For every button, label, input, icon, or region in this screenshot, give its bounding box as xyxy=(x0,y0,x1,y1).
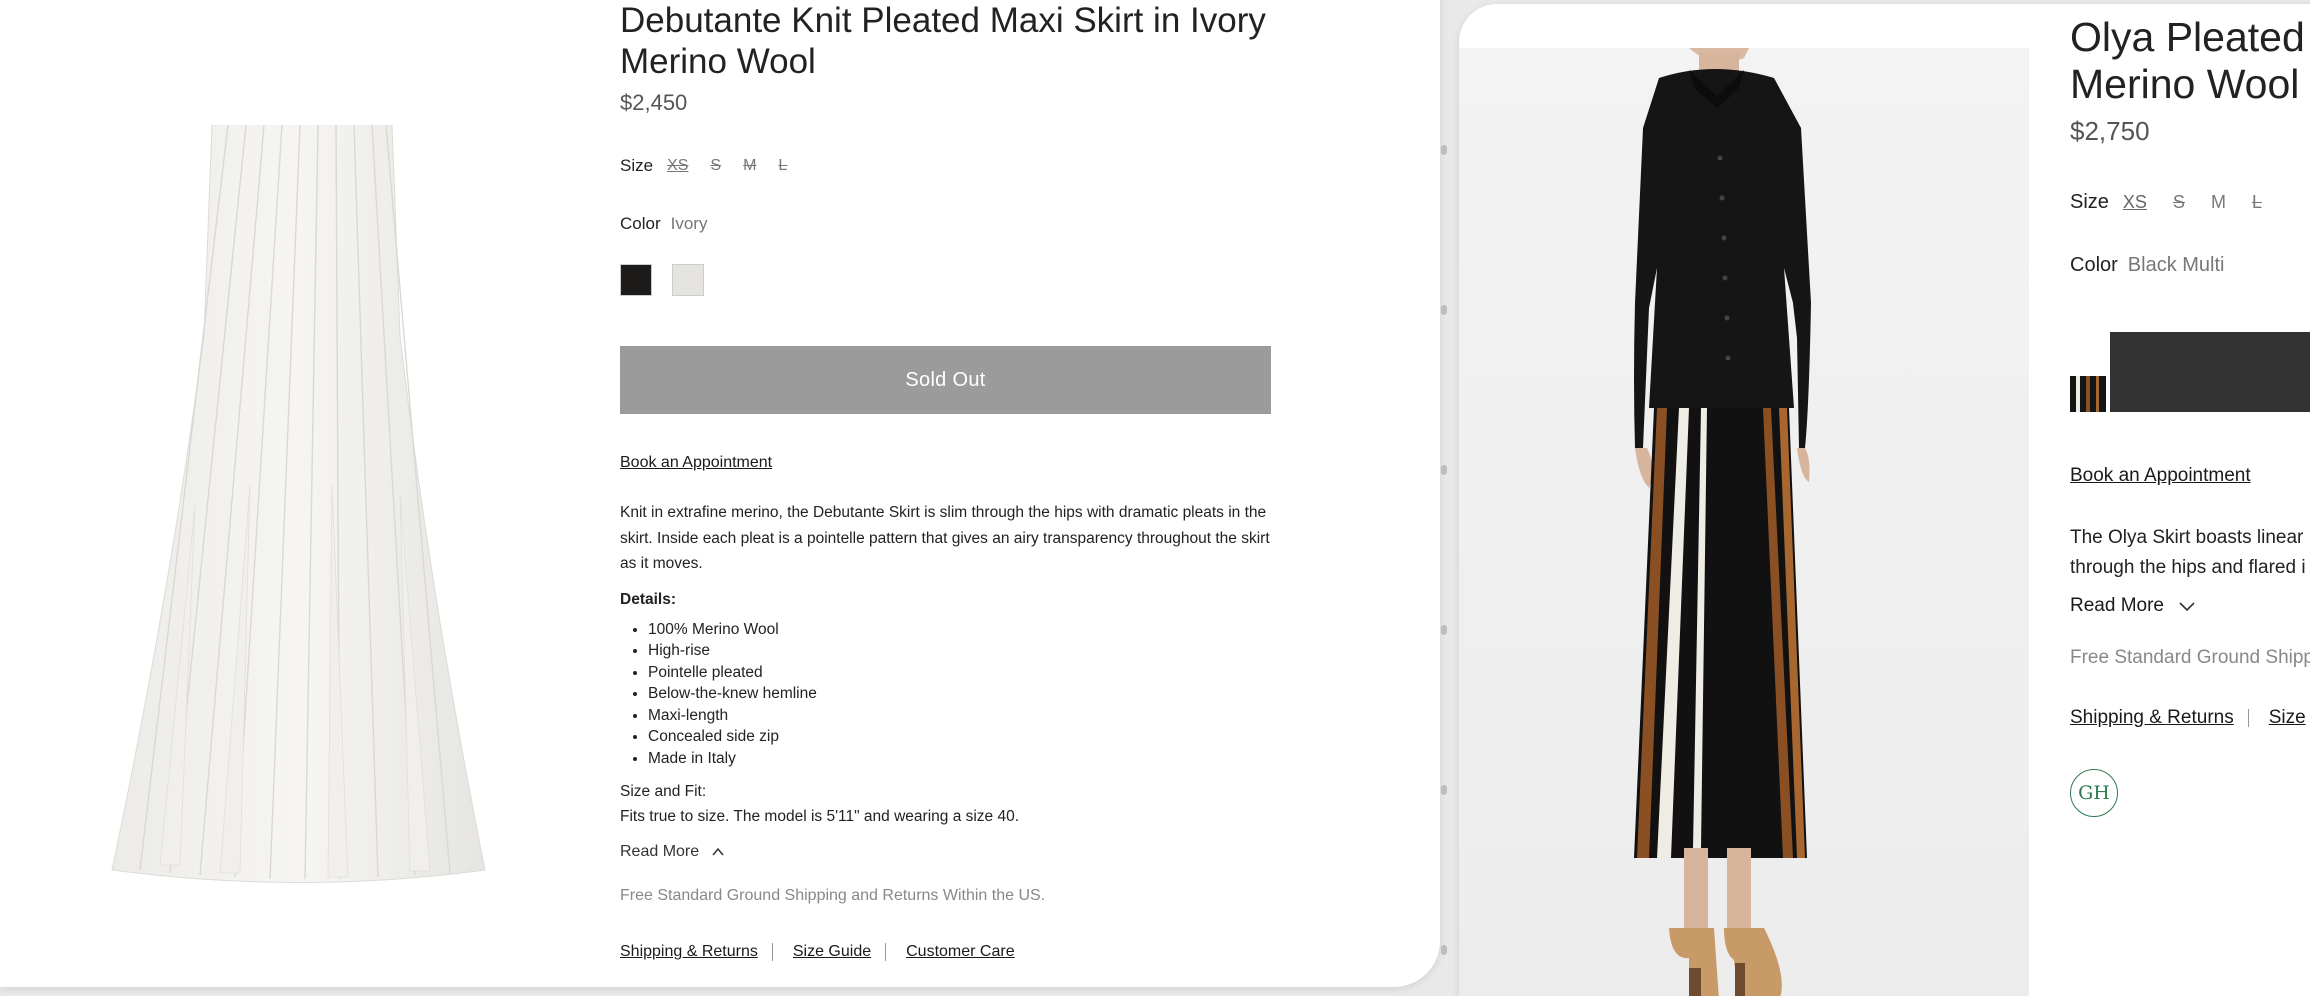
size-guide-link[interactable]: Size xyxy=(2269,707,2306,729)
chevron-down-icon xyxy=(2179,602,2195,612)
read-more-toggle-right[interactable]: Read More xyxy=(2070,595,2310,617)
shipping-note: Free Standard Ground Shipping and Return… xyxy=(620,887,1046,904)
product-details-left: Debutante Knit Pleated Maxi Skirt in Ivo… xyxy=(620,0,1280,961)
read-more-label: Read More xyxy=(2070,595,2164,616)
product-title: Debutante Knit Pleated Maxi Skirt in Ivo… xyxy=(620,1,1266,81)
scroll-indicator-dot xyxy=(1441,305,1447,315)
size-guide-link[interactable]: Size Guide xyxy=(793,943,871,961)
list-item: Maxi-length xyxy=(648,705,1280,727)
size-selector-right: Size XS S M L xyxy=(2070,191,2310,214)
chevron-up-icon xyxy=(712,847,724,856)
color-label: Color xyxy=(620,214,661,233)
product-carousel: Debutante Knit Pleated Maxi Skirt in Ivo… xyxy=(0,0,2310,996)
list-item: Concealed side zip xyxy=(648,726,1280,748)
swatch-black-multi[interactable] xyxy=(2070,376,2106,412)
product-price-right: $2,750 xyxy=(2070,116,2150,146)
color-selector: Color Ivory xyxy=(620,214,1280,234)
size-option-l[interactable]: L xyxy=(2252,192,2262,213)
divider xyxy=(2247,709,2249,727)
book-appointment-link-right[interactable]: Book an Appointment xyxy=(2070,465,2251,486)
size-option-s[interactable]: S xyxy=(2173,192,2185,213)
scroll-indicator-dot xyxy=(1441,945,1447,955)
color-swatches xyxy=(620,264,1280,296)
color-value: Black Multi xyxy=(2127,254,2225,276)
product-title-right-line2: Merino Wool xyxy=(2070,61,2300,107)
footer-links: Shipping & Returns Size Guide Customer C… xyxy=(620,943,1280,961)
size-option-m[interactable]: M xyxy=(2211,192,2226,213)
color-label: Color xyxy=(2070,254,2118,276)
list-item: Made in Italy xyxy=(648,748,1280,770)
shipping-note-right: Free Standard Ground Shipp xyxy=(2070,647,2310,668)
size-label: Size xyxy=(2070,191,2109,213)
list-item: High-rise xyxy=(648,640,1280,662)
size-option-m[interactable]: M xyxy=(743,157,756,175)
description-line: through the hips and flared i xyxy=(2070,557,2306,578)
scroll-indicator-dot xyxy=(1441,625,1447,635)
fit-text: Fits true to size. The model is 5'11" an… xyxy=(620,808,1020,825)
brand-logo-badge: GH xyxy=(2070,769,2118,817)
product-price: $2,450 xyxy=(620,90,688,115)
size-fit-block: Size and Fit: Fits true to size. The mod… xyxy=(620,779,1280,829)
sold-out-button[interactable]: Sold Out xyxy=(620,346,1271,414)
size-option-xs[interactable]: XS xyxy=(667,157,688,175)
scroll-indicator-dot xyxy=(1441,465,1447,475)
scroll-indicator-dot xyxy=(1441,785,1447,795)
fit-heading: Size and Fit: xyxy=(620,783,707,800)
color-value: Ivory xyxy=(670,214,708,233)
add-to-bag-button[interactable] xyxy=(2110,332,2310,412)
color-selector-right: Color Black Multi xyxy=(2070,254,2310,277)
product-description-right: The Olya Skirt boasts linear through the… xyxy=(2070,523,2310,583)
list-item: Below-the-knew hemline xyxy=(648,683,1280,705)
divider xyxy=(771,943,773,961)
shipping-returns-link[interactable]: Shipping & Returns xyxy=(620,943,758,961)
footer-links-right: Shipping & Returns Size xyxy=(2070,707,2310,729)
swatch-ivory[interactable] xyxy=(672,264,704,296)
read-more-toggle[interactable]: Read More xyxy=(620,843,1280,861)
size-label: Size xyxy=(620,156,654,175)
size-option-xs[interactable]: XS xyxy=(2123,192,2147,213)
product-card-left: Debutante Knit Pleated Maxi Skirt in Ivo… xyxy=(0,0,1440,987)
product-title-right: Olya Pleated r xyxy=(2070,14,2310,60)
product-description: Knit in extrafine merino, the Debutante … xyxy=(620,504,1270,572)
size-selector: Size XS S M L xyxy=(620,156,1280,176)
product-image-skirt xyxy=(111,125,486,883)
size-option-s[interactable]: S xyxy=(710,157,721,175)
description-line: The Olya Skirt boasts linear xyxy=(2070,527,2304,548)
divider xyxy=(885,943,887,961)
read-more-label: Read More xyxy=(620,843,700,860)
product-card-right: Olya Pleated r Merino Wool $2,750 Size X… xyxy=(1459,4,2310,996)
book-appointment-link[interactable]: Book an Appointment xyxy=(620,454,772,471)
swatch-black[interactable] xyxy=(620,264,652,296)
shipping-returns-link[interactable]: Shipping & Returns xyxy=(2070,707,2234,729)
scroll-indicator-dot xyxy=(1441,145,1447,155)
product-image-model xyxy=(1634,48,1811,996)
details-heading: Details: xyxy=(620,590,676,608)
list-item: Pointelle pleated xyxy=(648,662,1280,684)
customer-care-link[interactable]: Customer Care xyxy=(906,943,1014,961)
list-item: 100% Merino Wool xyxy=(648,619,1280,641)
details-list: 100% Merino Wool High-rise Pointelle ple… xyxy=(620,619,1280,770)
size-option-l[interactable]: L xyxy=(778,157,787,175)
product-details-right: Olya Pleated r Merino Wool $2,750 Size X… xyxy=(2070,14,2310,817)
